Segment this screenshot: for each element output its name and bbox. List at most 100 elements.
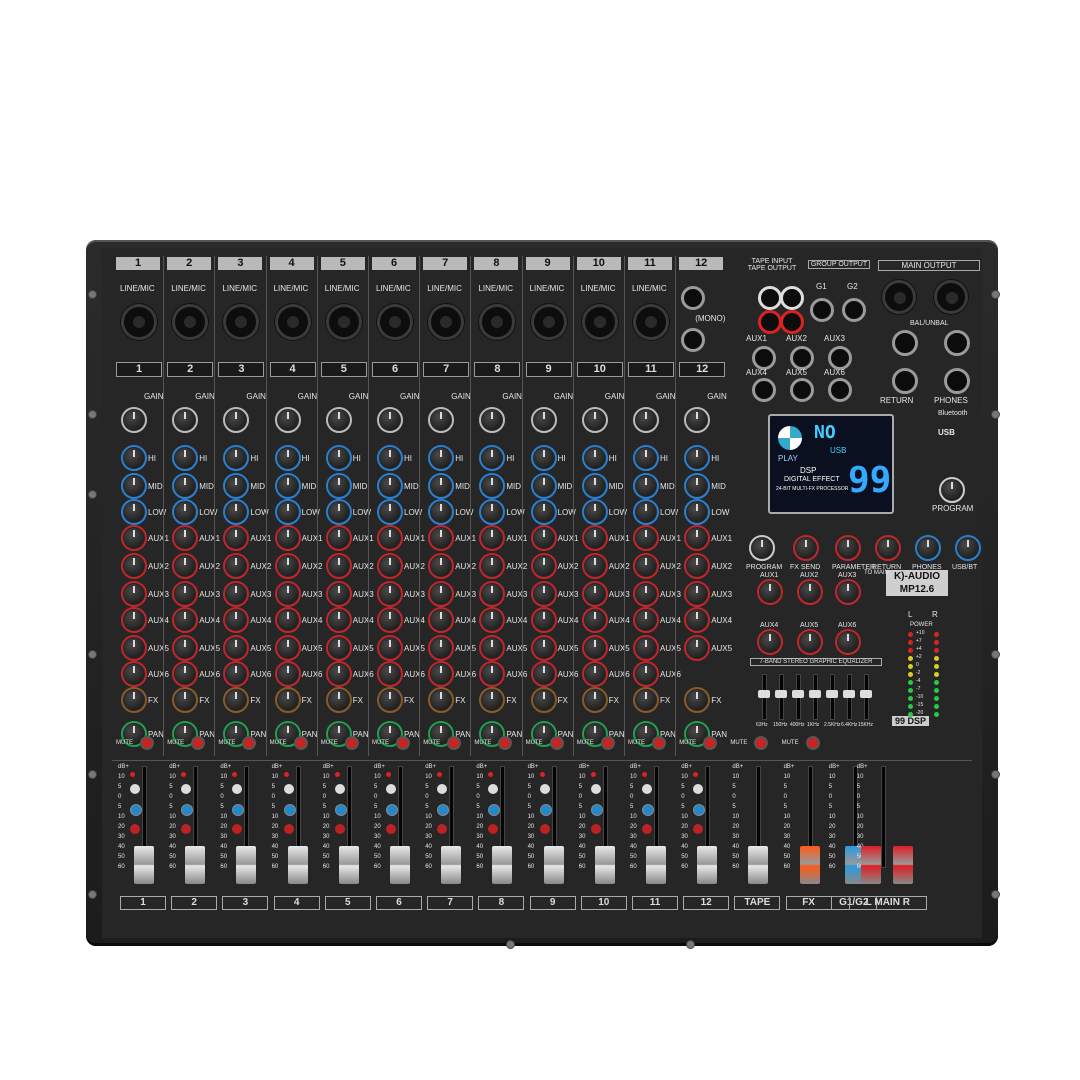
mute-button-11[interactable] — [652, 736, 666, 750]
combo-input-5[interactable] — [325, 304, 362, 340]
eq-low-knob-12[interactable] — [684, 499, 711, 525]
eq-hi-knob-1[interactable] — [121, 445, 147, 471]
pfl-button-10[interactable] — [590, 784, 601, 794]
aux2-knob-8[interactable] — [479, 553, 506, 579]
fader-cap-10[interactable] — [646, 846, 666, 884]
aux1-knob-1[interactable] — [121, 525, 147, 551]
aux4-knob-10[interactable] — [581, 607, 608, 633]
aux2-knob-3[interactable] — [223, 553, 250, 579]
main-output-l-xlr[interactable] — [882, 280, 916, 314]
mute-button-10[interactable] — [600, 736, 615, 750]
eq-mid-knob-7[interactable] — [428, 473, 455, 499]
pfl-button-9[interactable] — [539, 784, 550, 794]
eq-low-knob-2[interactable] — [172, 499, 199, 525]
gain-knob-10[interactable] — [581, 407, 608, 433]
tape-output-r-jack[interactable] — [780, 310, 804, 334]
aux1-knob-8[interactable] — [479, 525, 506, 551]
lr-button-1[interactable] — [130, 824, 140, 834]
eq-hi-knob-6[interactable] — [377, 445, 403, 471]
mute-button-8[interactable] — [498, 736, 513, 750]
aux3-knob-6[interactable] — [377, 581, 403, 607]
eq-hi-knob-5[interactable] — [325, 445, 352, 471]
eq-hi-knob-2[interactable] — [172, 445, 199, 471]
mute-button-9[interactable] — [549, 736, 564, 750]
mute-button-5[interactable] — [344, 736, 359, 750]
eq-mid-knob-4[interactable] — [274, 473, 301, 499]
mute-button-12[interactable] — [703, 736, 718, 750]
aux6-knob-4[interactable] — [274, 661, 301, 687]
lr-button-10[interactable] — [590, 824, 601, 834]
fader-cap-8[interactable] — [543, 846, 564, 884]
aux4-knob-4[interactable] — [274, 607, 301, 633]
master-aux-6-knob[interactable] — [835, 629, 861, 655]
tape-input-l-jack[interactable] — [758, 286, 782, 310]
eq-low-knob-11[interactable] — [633, 499, 659, 525]
mute-button-3[interactable] — [242, 736, 257, 750]
fader-cap-13[interactable] — [799, 846, 820, 884]
fx-knob-6[interactable] — [377, 687, 403, 713]
master-usb-bt-knob[interactable] — [955, 535, 981, 561]
lr-button-9[interactable] — [539, 824, 550, 834]
aux3-knob-9[interactable] — [530, 581, 557, 607]
aux6-knob-5[interactable] — [325, 661, 352, 687]
aux1-knob-10[interactable] — [581, 525, 608, 551]
gain-knob-1[interactable] — [121, 407, 147, 433]
aux5-knob-5[interactable] — [325, 635, 352, 661]
aux6-out-jack[interactable] — [828, 378, 852, 402]
g1g2-button-11[interactable] — [642, 804, 654, 816]
fx-knob-3[interactable] — [223, 687, 250, 713]
aux1-knob-3[interactable] — [223, 525, 250, 551]
aux6-knob-10[interactable] — [581, 661, 608, 687]
combo-input-9[interactable] — [530, 304, 567, 340]
fx-knob-7[interactable] — [428, 687, 455, 713]
aux6-knob-1[interactable] — [121, 661, 147, 687]
lr-button-11[interactable] — [642, 824, 652, 834]
g1g2-button-4[interactable] — [283, 804, 296, 816]
aux2-knob-10[interactable] — [581, 553, 608, 579]
gain-knob-9[interactable] — [530, 407, 557, 433]
program-knob[interactable] — [939, 477, 965, 503]
eq-low-knob-1[interactable] — [121, 499, 147, 525]
aux4-knob-5[interactable] — [325, 607, 352, 633]
eq-low-knob-4[interactable] — [274, 499, 301, 525]
g2-jack[interactable] — [842, 298, 866, 322]
aux5-knob-2[interactable] — [172, 635, 199, 661]
master-aux-4-knob[interactable] — [757, 629, 783, 655]
lr-button-7[interactable] — [437, 824, 448, 834]
lr-button-4[interactable] — [283, 824, 294, 834]
master-fx-send-knob[interactable] — [793, 535, 819, 561]
fader-cap-3[interactable] — [287, 846, 308, 884]
tape-output-l-jack[interactable] — [780, 286, 804, 310]
aux5-out-jack[interactable] — [790, 378, 814, 402]
gain-knob-11[interactable] — [633, 407, 659, 433]
fader-cap-5[interactable] — [390, 846, 410, 884]
aux2-knob-2[interactable] — [172, 553, 199, 579]
eq-slider-2[interactable] — [792, 690, 804, 698]
aux2-knob-6[interactable] — [377, 553, 403, 579]
eq-mid-knob-11[interactable] — [633, 473, 659, 499]
fader-cap-12[interactable] — [748, 846, 769, 884]
g1g2-button-7[interactable] — [437, 804, 450, 816]
fx-knob-2[interactable] — [172, 687, 199, 713]
combo-input-2[interactable] — [172, 304, 209, 340]
aux3-knob-7[interactable] — [428, 581, 455, 607]
aux1-out-jack[interactable] — [752, 346, 776, 370]
master-return-knob[interactable] — [875, 535, 901, 561]
g1g2-button-10[interactable] — [590, 804, 603, 816]
eq-low-knob-5[interactable] — [325, 499, 352, 525]
aux1-knob-4[interactable] — [274, 525, 301, 551]
aux6-knob-11[interactable] — [633, 661, 659, 687]
mute-button-FX[interactable] — [805, 736, 820, 750]
pfl-button-7[interactable] — [437, 784, 448, 794]
mute-button-4[interactable] — [293, 736, 308, 750]
fader-cap-9[interactable] — [594, 846, 615, 884]
aux2-knob-1[interactable] — [121, 553, 147, 579]
aux4-knob-1[interactable] — [121, 607, 147, 633]
lr-button-8[interactable] — [488, 824, 499, 834]
gain-knob-4[interactable] — [274, 407, 301, 433]
aux4-knob-9[interactable] — [530, 607, 557, 633]
aux1-knob-7[interactable] — [428, 525, 455, 551]
eq-hi-knob-11[interactable] — [633, 445, 659, 471]
lr-button-5[interactable] — [334, 824, 345, 834]
fx-knob-1[interactable] — [121, 687, 147, 713]
